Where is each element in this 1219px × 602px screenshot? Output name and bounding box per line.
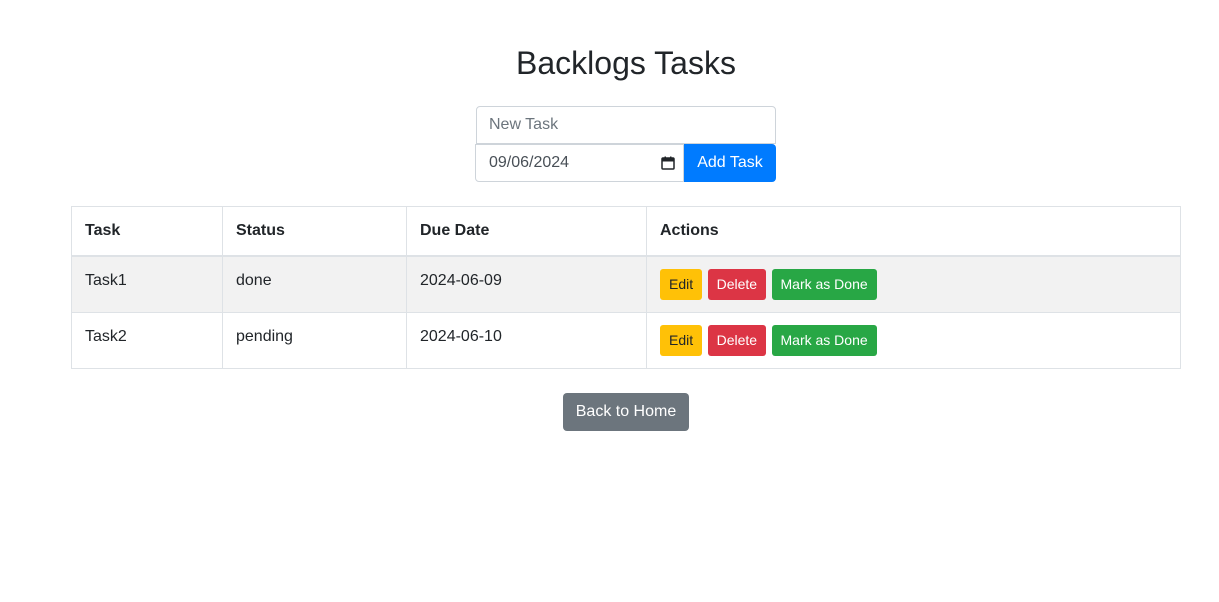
due-date-input[interactable]: 09/06/2024 [475, 144, 684, 182]
header-task: Task [71, 206, 223, 257]
header-status: Status [222, 206, 407, 257]
task-status-cell: done [222, 255, 407, 313]
edit-button[interactable]: Edit [660, 269, 703, 300]
task-status: done [236, 271, 272, 289]
table-row: Task2 pending 2024-06-10 Edit Delete Mar… [71, 312, 1181, 369]
task-name-cell: Task1 [71, 255, 223, 313]
add-task-form: 09/06/2024 Add Task [475, 106, 776, 182]
delete-button[interactable]: Delete [707, 269, 767, 300]
edit-button[interactable]: Edit [660, 325, 703, 356]
calendar-icon[interactable] [661, 156, 675, 170]
header-due-date: Due Date [406, 206, 647, 257]
task-due-date: 2024-06-09 [420, 271, 502, 289]
mark-as-done-button[interactable]: Mark as Done [771, 325, 877, 356]
task-name: Task1 [85, 271, 127, 289]
page: Backlogs Tasks 09/06/2024 Add Task [0, 0, 1219, 602]
task-status-cell: pending [222, 312, 407, 369]
back-to-home-button[interactable]: Back to Home [563, 393, 689, 431]
task-due-cell: 2024-06-09 [406, 255, 647, 313]
due-date-value: 09/06/2024 [489, 154, 570, 171]
task-actions-cell: Edit Delete Mark as Done [646, 312, 1181, 369]
new-task-input[interactable] [476, 106, 776, 144]
tasks-table: Task Status Due Date Actions Task1 done … [71, 206, 1181, 369]
delete-button[interactable]: Delete [707, 325, 767, 356]
task-due-date: 2024-06-10 [420, 327, 502, 345]
task-due-cell: 2024-06-10 [406, 312, 647, 369]
table-header-row: Task Status Due Date Actions [71, 206, 1181, 257]
table-row: Task1 done 2024-06-09 Edit Delete Mark a… [71, 255, 1181, 313]
task-actions-cell: Edit Delete Mark as Done [646, 255, 1181, 313]
page-title: Backlogs Tasks [516, 45, 736, 81]
task-name-cell: Task2 [71, 312, 223, 369]
date-row: 09/06/2024 Add Task [475, 144, 776, 182]
mark-as-done-button[interactable]: Mark as Done [771, 269, 877, 300]
task-status: pending [236, 327, 293, 345]
header-actions: Actions [646, 206, 1181, 257]
task-name: Task2 [85, 327, 127, 345]
add-task-button[interactable]: Add Task [684, 144, 776, 182]
